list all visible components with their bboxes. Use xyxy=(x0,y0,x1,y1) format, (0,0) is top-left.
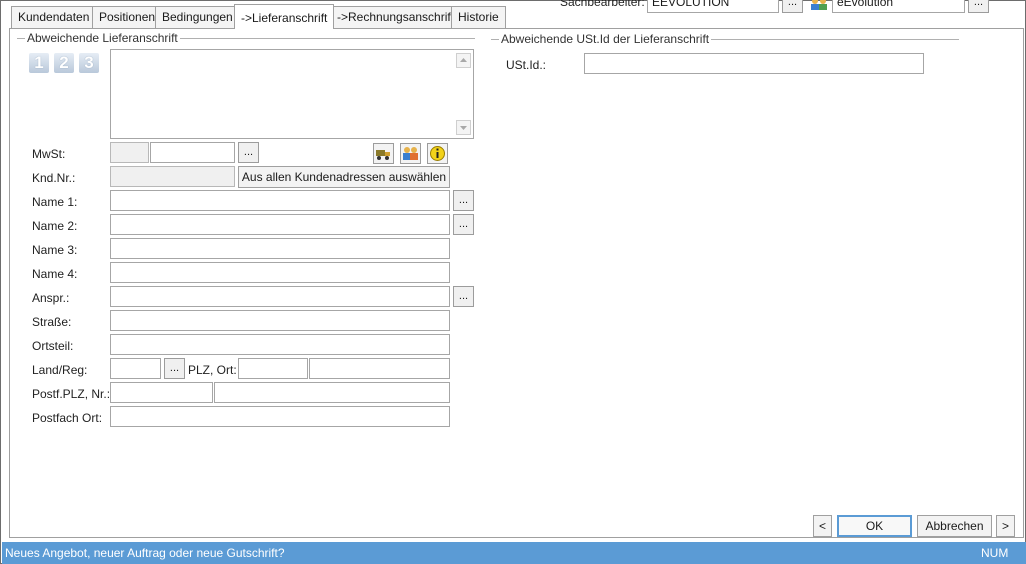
info-icon[interactable] xyxy=(427,143,448,164)
name3-label: Name 3: xyxy=(32,243,78,257)
tab-lieferanschrift[interactable]: ->Lieferanschrift xyxy=(234,4,335,29)
land-label: Land/Reg: xyxy=(32,363,88,377)
tab-kundendaten[interactable]: Kundendaten xyxy=(11,6,97,28)
name1-label: Name 1: xyxy=(32,195,78,209)
plz-ort-label: PLZ, Ort: xyxy=(188,363,237,377)
land-more-button[interactable]: ... xyxy=(164,358,185,379)
prev-button[interactable]: < xyxy=(813,515,832,537)
next-button[interactable]: > xyxy=(996,515,1015,537)
anspr-label: Anspr.: xyxy=(32,291,70,305)
land-field[interactable] xyxy=(110,358,161,379)
people-icon[interactable] xyxy=(809,0,829,11)
tab-historie[interactable]: Historie xyxy=(451,6,506,28)
ort-field[interactable] xyxy=(309,358,450,379)
sachbearbeiter-more-button[interactable]: ... xyxy=(782,0,803,13)
status-bar: Neues Angebot, neuer Auftrag oder neue G… xyxy=(2,542,1026,564)
tab-bedingungen[interactable]: Bedingungen xyxy=(155,6,240,28)
mwst-label: MwSt: xyxy=(32,147,66,161)
ortsteil-field[interactable] xyxy=(110,334,450,355)
postf-nr-field[interactable] xyxy=(214,382,450,403)
people-icon[interactable] xyxy=(400,143,421,164)
ortsteil-label: Ortsteil: xyxy=(32,339,74,353)
name1-field[interactable] xyxy=(110,190,450,211)
anspr-field[interactable] xyxy=(110,286,450,307)
strasse-field[interactable] xyxy=(110,310,450,331)
sachbearbeiter-label: Sachbearbeiter: xyxy=(560,0,645,9)
group-title-lieferanschrift: Abweichende Lieferanschrift xyxy=(25,31,180,45)
postf-label: Postf.PLZ, Nr.: xyxy=(32,387,111,401)
postfach-ort-label: Postfach Ort: xyxy=(32,411,103,425)
ok-button[interactable]: OK xyxy=(837,515,912,537)
anspr-more-button[interactable]: ... xyxy=(453,286,474,307)
num-lock-indicator: NUM xyxy=(981,546,1009,560)
name4-field[interactable] xyxy=(110,262,450,283)
postf-plz-field[interactable] xyxy=(110,382,213,403)
tab-positionen[interactable]: Positionen xyxy=(92,6,163,28)
address-textarea[interactable] xyxy=(110,49,474,139)
ustid-field[interactable] xyxy=(584,53,924,74)
mwst-value-field[interactable] xyxy=(150,142,235,163)
ustid-label: USt.Id.: xyxy=(506,58,547,72)
sachbearbeiter-name-field[interactable]: eEvolution xyxy=(832,0,965,13)
name1-more-button[interactable]: ... xyxy=(453,190,474,211)
name2-more-button[interactable]: ... xyxy=(453,214,474,235)
name3-field[interactable] xyxy=(110,238,450,259)
plz-field[interactable] xyxy=(238,358,308,379)
select-from-all-addresses-button[interactable]: Aus allen Kundenadressen auswählen xyxy=(238,166,450,188)
tab-rechnungsanschrift[interactable]: ->Rechnungsanschrift xyxy=(330,6,462,28)
address-slot-2[interactable]: 2 xyxy=(54,53,74,73)
kndnr-field xyxy=(110,166,235,187)
address-slot-3[interactable]: 3 xyxy=(79,53,99,73)
address-slot-1[interactable]: 1 xyxy=(29,53,49,73)
kndnr-label: Knd.Nr.: xyxy=(32,171,76,185)
scroll-up-arrow[interactable] xyxy=(456,53,471,68)
scroll-down-arrow[interactable] xyxy=(456,120,471,135)
cancel-button[interactable]: Abbrechen xyxy=(917,515,992,537)
sachbearbeiter-name-more-button[interactable]: ... xyxy=(968,0,989,13)
status-message: Neues Angebot, neuer Auftrag oder neue G… xyxy=(5,546,285,560)
truck-icon[interactable] xyxy=(373,143,394,164)
name2-label: Name 2: xyxy=(32,219,78,233)
window: Sachbearbeiter: EEVOLUTION ... eEvolutio… xyxy=(0,0,1026,564)
mwst-more-button[interactable]: ... xyxy=(238,142,259,163)
group-title-ustid: Abweichende USt.Id der Lieferanschrift xyxy=(499,32,712,46)
name4-label: Name 4: xyxy=(32,267,78,281)
name2-field[interactable] xyxy=(110,214,450,235)
sachbearbeiter-code-field[interactable]: EEVOLUTION xyxy=(647,0,779,13)
mwst-code-field xyxy=(110,142,149,163)
postfach-ort-field[interactable] xyxy=(110,406,450,427)
strasse-label: Straße: xyxy=(32,315,72,329)
